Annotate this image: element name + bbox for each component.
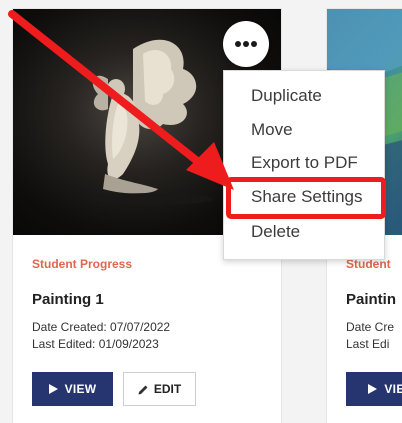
menu-item-export-to-pdf[interactable]: Export to PDF	[251, 153, 358, 173]
card-title[interactable]: Paintin	[346, 291, 396, 308]
card-category: Student Progress	[32, 257, 133, 271]
last-edited: Last Edi	[346, 337, 390, 351]
play-icon	[368, 384, 378, 394]
edit-button-label: EDIT	[153, 382, 182, 396]
menu-item-delete[interactable]: Delete	[251, 222, 300, 242]
view-button-label: VIEW	[64, 382, 97, 396]
view-button[interactable]: VIE	[346, 372, 402, 406]
view-button[interactable]: VIEW	[32, 372, 113, 406]
date-created: Date Created: 07/07/2022	[32, 320, 171, 334]
date-created: Date Cre	[346, 320, 395, 334]
more-options-icon	[235, 41, 257, 47]
pencil-icon	[138, 385, 148, 394]
play-icon	[48, 384, 58, 394]
menu-item-move[interactable]: Move	[251, 120, 293, 140]
app-viewport: Student Progress Painting 1 Date Created…	[0, 0, 402, 423]
view-button-label: VIE	[384, 382, 402, 396]
last-edited: Last Edited: 01/09/2023	[32, 337, 159, 351]
card-title[interactable]: Painting 1	[32, 291, 104, 308]
menu-item-share-settings[interactable]: Share Settings	[251, 187, 363, 207]
menu-item-duplicate[interactable]: Duplicate	[251, 86, 322, 106]
edit-button[interactable]: EDIT	[123, 372, 196, 406]
options-menu: Duplicate Move Export to PDF Share Setti…	[223, 70, 385, 260]
more-options-button[interactable]	[223, 21, 269, 67]
